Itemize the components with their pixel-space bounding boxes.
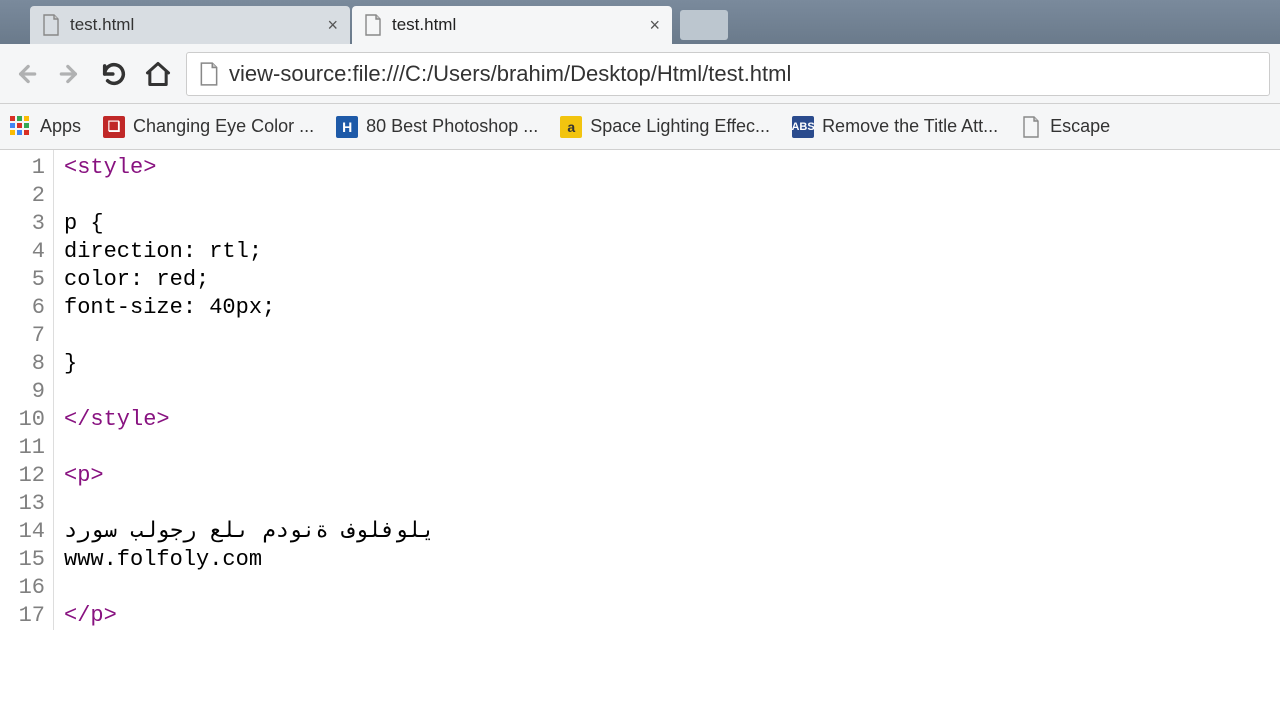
code-line: دروس بلوجر على مدونة فولفولي bbox=[64, 518, 435, 546]
bookmark-icon: ABS bbox=[792, 116, 814, 138]
code-line bbox=[64, 574, 435, 602]
code-line: color: red; bbox=[64, 266, 435, 294]
line-number: 6 bbox=[8, 294, 45, 322]
file-icon bbox=[1020, 116, 1042, 138]
bookmark-label: Changing Eye Color ... bbox=[133, 116, 314, 137]
close-icon[interactable]: × bbox=[649, 15, 660, 36]
apps-grid-icon bbox=[10, 116, 32, 138]
tab-strip: test.html × test.html × bbox=[0, 0, 1280, 44]
bookmark-item[interactable]: H 80 Best Photoshop ... bbox=[336, 116, 538, 138]
arrow-right-icon bbox=[57, 61, 83, 87]
line-number: 8 bbox=[8, 350, 45, 378]
bookmark-label: 80 Best Photoshop ... bbox=[366, 116, 538, 137]
line-number: 11 bbox=[8, 434, 45, 462]
forward-button[interactable] bbox=[54, 58, 86, 90]
home-button[interactable] bbox=[142, 58, 174, 90]
bookmark-label: Escape bbox=[1050, 116, 1110, 137]
source-view: 1 2 3 4 5 6 7 8 9 10 11 12 13 14 15 16 1… bbox=[0, 150, 1280, 630]
code-line: </style> bbox=[64, 406, 435, 434]
tab-inactive[interactable]: test.html × bbox=[30, 6, 350, 44]
tab-title: test.html bbox=[392, 15, 641, 35]
new-tab-button[interactable] bbox=[680, 10, 728, 40]
bookmarks-bar: Apps ❏ Changing Eye Color ... H 80 Best … bbox=[0, 104, 1280, 150]
line-number: 9 bbox=[8, 378, 45, 406]
code-line: <style> bbox=[64, 154, 435, 182]
line-number: 14 bbox=[8, 518, 45, 546]
line-number: 7 bbox=[8, 322, 45, 350]
close-icon[interactable]: × bbox=[327, 15, 338, 36]
bookmark-item[interactable]: ❏ Changing Eye Color ... bbox=[103, 116, 314, 138]
code-line: www.folfoly.com bbox=[64, 546, 435, 574]
code-line: </p> bbox=[64, 602, 435, 630]
toolbar: view-source:file:///C:/Users/brahim/Desk… bbox=[0, 44, 1280, 104]
code-line: <p> bbox=[64, 462, 435, 490]
code-line bbox=[64, 378, 435, 406]
address-text: view-source:file:///C:/Users/brahim/Desk… bbox=[229, 61, 791, 87]
address-bar[interactable]: view-source:file:///C:/Users/brahim/Desk… bbox=[186, 52, 1270, 96]
code-line bbox=[64, 434, 435, 462]
code-line bbox=[64, 490, 435, 518]
line-number: 2 bbox=[8, 182, 45, 210]
back-button[interactable] bbox=[10, 58, 42, 90]
code-line: direction: rtl; bbox=[64, 238, 435, 266]
code-line bbox=[64, 322, 435, 350]
reload-button[interactable] bbox=[98, 58, 130, 90]
bookmark-label: Remove the Title Att... bbox=[822, 116, 998, 137]
arrow-left-icon bbox=[13, 61, 39, 87]
bookmark-icon: ❏ bbox=[103, 116, 125, 138]
line-number: 4 bbox=[8, 238, 45, 266]
reload-icon bbox=[100, 60, 128, 88]
line-number: 17 bbox=[8, 602, 45, 630]
bookmark-icon: a bbox=[560, 116, 582, 138]
code-line bbox=[64, 182, 435, 210]
code-area[interactable]: <style> p { direction: rtl; color: red; … bbox=[54, 150, 435, 630]
line-number: 15 bbox=[8, 546, 45, 574]
tab-title: test.html bbox=[70, 15, 319, 35]
line-number: 10 bbox=[8, 406, 45, 434]
bookmark-label: Space Lighting Effec... bbox=[590, 116, 770, 137]
code-line: p { bbox=[64, 210, 435, 238]
code-line: font-size: 40px; bbox=[64, 294, 435, 322]
line-number: 16 bbox=[8, 574, 45, 602]
line-number: 5 bbox=[8, 266, 45, 294]
apps-label: Apps bbox=[40, 116, 81, 137]
bookmark-item[interactable]: ABS Remove the Title Att... bbox=[792, 116, 998, 138]
apps-button[interactable]: Apps bbox=[10, 116, 81, 138]
bookmark-item[interactable]: a Space Lighting Effec... bbox=[560, 116, 770, 138]
file-icon bbox=[199, 62, 219, 86]
home-icon bbox=[144, 60, 172, 88]
bookmark-icon: H bbox=[336, 116, 358, 138]
tab-active[interactable]: test.html × bbox=[352, 6, 672, 44]
bookmark-item[interactable]: Escape bbox=[1020, 116, 1110, 138]
line-number: 3 bbox=[8, 210, 45, 238]
line-number: 1 bbox=[8, 154, 45, 182]
line-number: 12 bbox=[8, 462, 45, 490]
line-number: 13 bbox=[8, 490, 45, 518]
file-icon bbox=[364, 14, 382, 36]
line-gutter: 1 2 3 4 5 6 7 8 9 10 11 12 13 14 15 16 1… bbox=[0, 150, 54, 630]
code-line: } bbox=[64, 350, 435, 378]
file-icon bbox=[42, 14, 60, 36]
